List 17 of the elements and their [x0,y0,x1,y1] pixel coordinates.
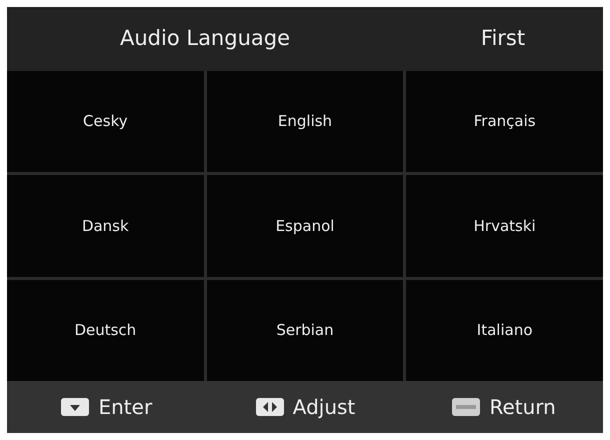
language-option[interactable]: Espanol [206,175,404,277]
language-option[interactable]: Italiano [406,280,603,381]
language-option[interactable]: Deutsch [7,280,204,381]
key-hint: Return [489,394,556,421]
language-option[interactable]: Dansk [7,175,204,277]
language-option[interactable]: Cesky [7,71,204,172]
down-key-icon [60,397,90,417]
setting-value: First [480,25,526,52]
language-option[interactable]: Français [406,71,603,172]
key-hint: Adjust [292,394,356,421]
language-option[interactable]: English [206,71,404,172]
menu-key-icon [451,397,482,417]
left-right-key-icon [254,397,285,417]
language-option[interactable]: Hrvatski [406,175,603,277]
menu-title: Audio Language [119,25,291,52]
language-option[interactable]: Serbian [206,280,404,381]
key-hint: Enter [98,394,152,421]
